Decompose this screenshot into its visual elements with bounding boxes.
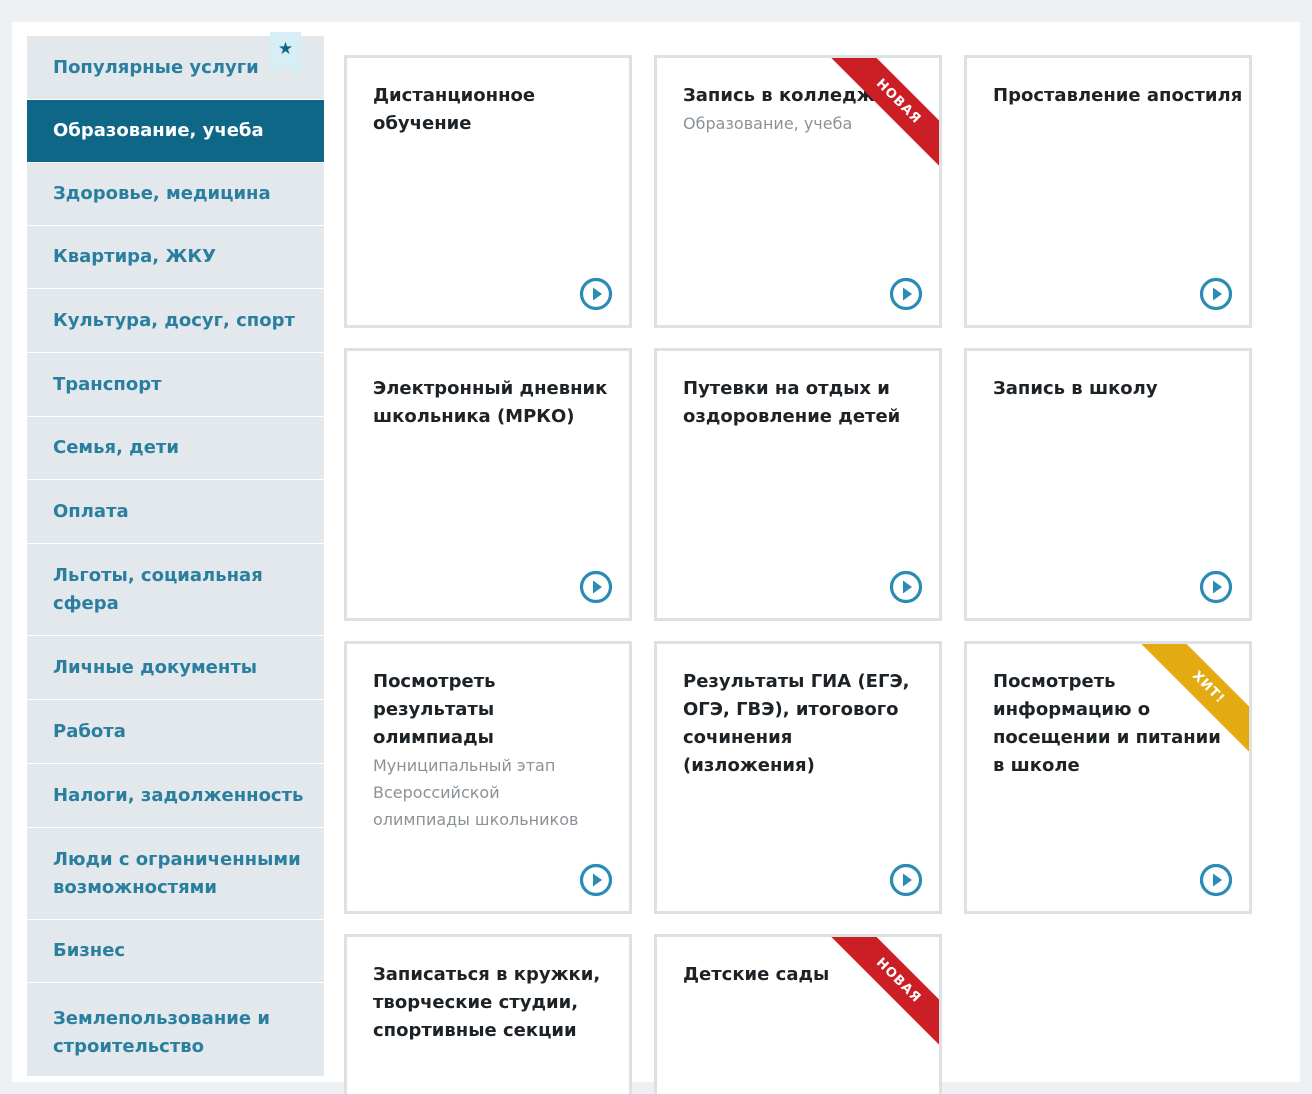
play-circle-icon[interactable] xyxy=(1199,277,1233,311)
ribbon-new-badge: НОВАЯ xyxy=(826,937,939,1053)
card-title: Результаты ГИА (ЕГЭ, ОГЭ, ГВЭ), итоговог… xyxy=(683,671,910,776)
sidebar-item-documents[interactable]: Личные документы xyxy=(27,636,324,700)
service-card-distance-learning[interactable]: Дистанционное обучение xyxy=(344,55,632,328)
sidebar-item-taxes[interactable]: Налоги, задолженность xyxy=(27,764,324,828)
sidebar-item-label: Личные документы xyxy=(53,656,258,678)
service-card-vouchers[interactable]: Путевки на отдых и оздоровление детей xyxy=(654,348,942,621)
sidebar-item-label: Квартира, ЖКУ xyxy=(53,246,216,267)
sidebar-item-benefits[interactable]: Льготы, социальная сфера xyxy=(27,544,324,636)
sidebar-item-label: Культура, досуг, спорт xyxy=(53,309,295,331)
sidebar-item-housing[interactable]: Квартира, ЖКУ xyxy=(27,226,324,289)
sidebar-item-label: Семья, дети xyxy=(53,437,179,458)
sidebar-item-business[interactable]: Бизнес xyxy=(27,920,324,983)
card-title: Путевки на отдых и оздоровление детей xyxy=(683,378,901,427)
sidebar-item-label: Образование, учеба xyxy=(53,120,264,141)
card-title: Электронный дневник школьника (МРКО) xyxy=(373,378,608,427)
play-circle-icon[interactable] xyxy=(889,277,923,311)
card-title: Проставление апостиля xyxy=(993,85,1243,106)
service-card-exam-results[interactable]: Результаты ГИА (ЕГЭ, ОГЭ, ГВЭ), итоговог… xyxy=(654,641,942,914)
card-title: Запись в школу xyxy=(993,378,1158,399)
play-circle-icon[interactable] xyxy=(579,863,613,897)
sidebar-item-work[interactable]: Работа xyxy=(27,700,324,764)
sidebar-item-label: Оплата xyxy=(53,500,129,522)
sidebar-item-family[interactable]: Семья, дети xyxy=(27,417,324,480)
service-card-attendance-meals[interactable]: Посмотреть информацию о посещении и пита… xyxy=(964,641,1252,914)
sidebar-item-payment[interactable]: Оплата xyxy=(27,480,324,544)
card-title: Записаться в кружки, творческие студии, … xyxy=(373,964,601,1041)
sidebar-item-culture[interactable]: Культура, досуг, спорт xyxy=(27,289,324,353)
sidebar-item-label: Бизнес xyxy=(53,940,126,961)
sidebar-item-disabilities[interactable]: Люди с ограниченными возможностями xyxy=(27,828,324,920)
service-card-e-diary[interactable]: Электронный дневник школьника (МРКО) xyxy=(344,348,632,621)
card-subtitle: Муниципальный этап Всероссийской олимпиа… xyxy=(373,756,579,829)
sidebar-item-label: Работа xyxy=(53,720,126,742)
service-card-kindergartens[interactable]: Детские сады НОВАЯ xyxy=(654,934,942,1094)
play-circle-icon[interactable] xyxy=(1199,863,1233,897)
sidebar-item-label: Популярные услуги xyxy=(53,56,259,78)
service-card-school-enrollment[interactable]: Запись в школу xyxy=(964,348,1252,621)
play-circle-icon[interactable] xyxy=(889,863,923,897)
service-card-apostille[interactable]: Проставление апостиля xyxy=(964,55,1252,328)
sidebar-item-label: Льготы, социальная сфера xyxy=(53,564,263,614)
play-circle-icon[interactable] xyxy=(1199,570,1233,604)
sidebar-item-land[interactable]: Землепользование и строительство xyxy=(27,983,324,1083)
play-circle-icon[interactable] xyxy=(579,277,613,311)
sidebar-item-health[interactable]: Здоровье, медицина xyxy=(27,163,324,226)
sidebar-item-label: Здоровье, медицина xyxy=(53,183,271,204)
play-circle-icon[interactable] xyxy=(889,570,923,604)
sidebar-item-transport[interactable]: Транспорт xyxy=(27,353,324,417)
category-sidebar: Популярные услуги Образование, учеба Здо… xyxy=(27,36,324,1076)
sidebar-item-label: Транспорт xyxy=(53,373,162,395)
play-circle-icon[interactable] xyxy=(579,570,613,604)
sidebar-item-label: Землепользование и строительство xyxy=(53,1008,270,1057)
service-card-college[interactable]: Запись в колледж Образование, учеба НОВАЯ xyxy=(654,55,942,328)
card-title: Дистанционное обучение xyxy=(373,85,536,134)
sidebar-item-label: Налоги, задолженность xyxy=(53,784,304,806)
sidebar-item-label: Люди с ограниченными возможностями xyxy=(53,848,301,898)
service-card-olympiad-results[interactable]: Посмотреть результаты олимпиады Муниципал… xyxy=(344,641,632,914)
card-title: Посмотреть результаты олимпиады Муниципал… xyxy=(373,668,595,833)
sidebar-item-education[interactable]: Образование, учеба xyxy=(27,100,324,163)
service-card-clubs[interactable]: Записаться в кружки, творческие студии, … xyxy=(344,934,632,1094)
